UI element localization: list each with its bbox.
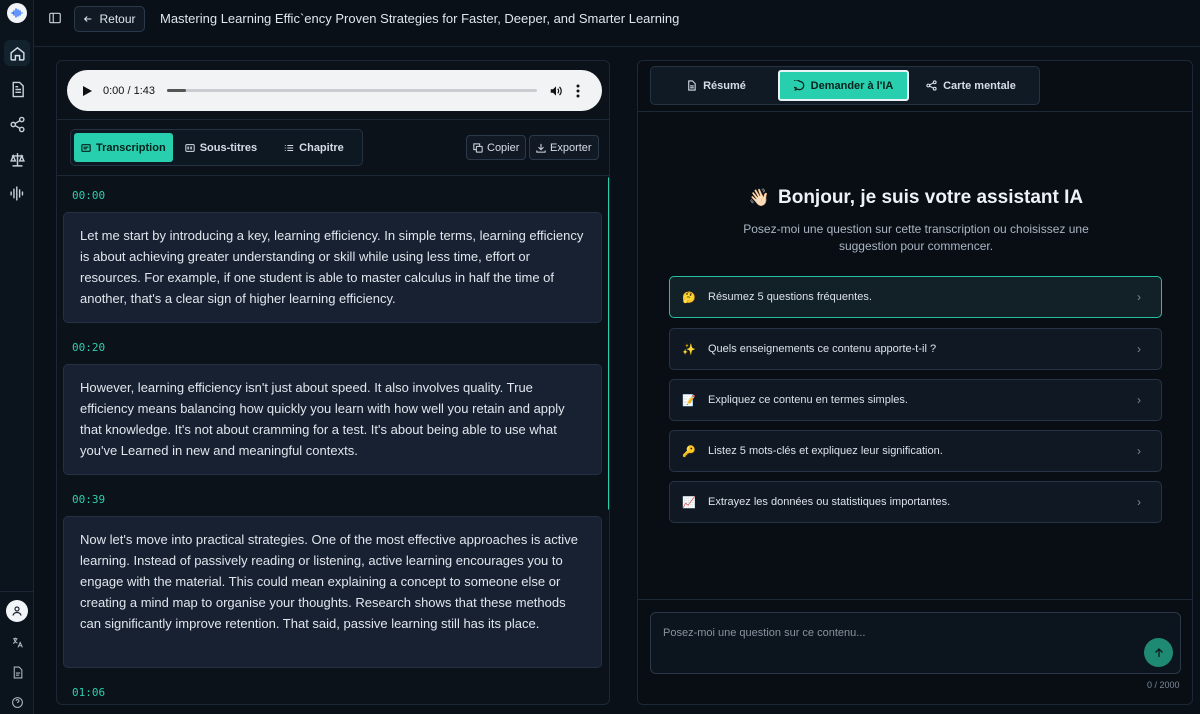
tab-mind-map[interactable]: Carte mentale: [909, 70, 1033, 101]
home-icon[interactable]: [4, 40, 30, 66]
tab-subtitles-label: Sous-titres: [199, 141, 258, 154]
copy-label: Copier: [487, 141, 520, 154]
share-icon[interactable]: [4, 111, 30, 137]
download-icon: [536, 143, 546, 153]
app-logo-icon[interactable]: [7, 3, 27, 23]
more-options-icon[interactable]: [573, 84, 583, 98]
transcript-panel: 0:00 / 1:43 Transcription Sous-titres Ch…: [56, 60, 610, 705]
tab-summary[interactable]: Résumé: [654, 70, 778, 101]
wave-hand-icon: 👋🏻: [748, 188, 770, 207]
sparkles-icon: ✨: [682, 343, 696, 356]
greeting-text: Bonjour, je suis votre assistant IA: [778, 187, 1084, 208]
chevron-right-icon: ›: [1137, 495, 1141, 509]
help-icon[interactable]: [4, 689, 30, 714]
rail-divider: [0, 591, 34, 592]
suggestion-item[interactable]: 🔑 Listez 5 mots-clés et expliquez leur s…: [669, 430, 1162, 472]
character-counter: 0 / 2000: [1147, 680, 1180, 690]
translate-icon[interactable]: [4, 629, 30, 655]
chevron-right-icon: ›: [1137, 444, 1141, 458]
copy-icon: [473, 142, 483, 153]
export-button[interactable]: Exporter: [529, 135, 599, 160]
transcript-list[interactable]: 00:00 Let me start by introducing a key,…: [57, 177, 609, 704]
suggestion-label: Listez 5 mots-clés et expliquez leur sig…: [708, 445, 943, 457]
panel-divider: [57, 175, 609, 176]
transcript-tabs: Transcription Sous-titres Chapitre: [70, 129, 363, 166]
back-label: Retour: [99, 12, 136, 26]
assistant-tabs: Résumé Demander à l'IA Carte mentale: [650, 66, 1040, 105]
chevron-right-icon: ›: [1137, 393, 1141, 407]
chart-increasing-icon: 📈: [682, 496, 696, 509]
segment-timestamp[interactable]: 01:06: [72, 686, 105, 699]
suggestion-label: Expliquez ce contenu en termes simples.: [708, 394, 908, 406]
panel-divider: [57, 119, 609, 120]
transcript-segment[interactable]: However, learning efficiency isn't just …: [63, 364, 602, 475]
segment-timestamp[interactable]: 00:20: [72, 341, 105, 354]
audio-time: 0:00 / 1:43: [103, 84, 155, 97]
top-header: Retour Mastering Learning Effic`ency Pro…: [34, 0, 1200, 47]
sidebar-toggle-icon[interactable]: [48, 11, 64, 27]
play-icon[interactable]: [81, 85, 93, 97]
panel-divider: [638, 599, 1192, 600]
scale-icon[interactable]: [4, 146, 30, 172]
text-icon: [81, 143, 91, 152]
assistant-subtitle: Posez-moi une question sur cette transcr…: [743, 222, 1089, 253]
icon-rail: [0, 0, 34, 714]
assistant-greeting: 👋🏻 Bonjour, je suis votre assistant IA: [638, 187, 1192, 209]
tab-chapters-label: Chapitre: [299, 141, 344, 154]
segment-timestamp[interactable]: 00:39: [72, 493, 105, 506]
share-icon: [926, 80, 937, 91]
file-icon[interactable]: [4, 659, 30, 685]
document-icon[interactable]: [4, 76, 30, 102]
memo-icon: 📝: [682, 394, 696, 407]
suggestion-label: Extrayez les données ou statistiques imp…: [708, 496, 951, 508]
chevron-right-icon: ›: [1137, 290, 1141, 304]
arrow-up-icon: [1154, 647, 1163, 657]
audio-progress-fill: [167, 89, 186, 92]
tab-ask-ai-label: Demander à l'IA: [810, 79, 894, 92]
volume-icon[interactable]: [549, 84, 563, 98]
suggestion-label: Résumez 5 questions fréquentes.: [708, 291, 872, 303]
suggestion-item[interactable]: 🤔 Résumez 5 questions fréquentes. ›: [669, 276, 1162, 318]
export-label: Exporter: [550, 141, 592, 154]
tab-chapters[interactable]: Chapitre: [277, 133, 351, 162]
waveform-icon[interactable]: [4, 180, 30, 206]
chevron-right-icon: ›: [1137, 342, 1141, 356]
suggestion-item[interactable]: ✨ Quels enseignements ce contenu apporte…: [669, 328, 1162, 370]
transcript-scrollbar[interactable]: [608, 177, 609, 510]
back-button[interactable]: Retour: [74, 6, 145, 32]
tab-subtitles[interactable]: Sous-titres: [178, 133, 264, 162]
assistant-panel: Résumé Demander à l'IA Carte mentale 👋🏻 B…: [637, 60, 1193, 705]
suggestion-item[interactable]: 📈 Extrayez les données ou statistiques i…: [669, 481, 1162, 523]
key-icon: 🔑: [682, 445, 696, 458]
tab-transcription[interactable]: Transcription: [74, 133, 173, 162]
tab-ask-ai[interactable]: Demander à l'IA: [778, 70, 909, 101]
copy-button[interactable]: Copier: [466, 135, 527, 160]
list-icon: [284, 144, 294, 151]
transcript-segment[interactable]: Let me start by introducing a key, learn…: [63, 212, 602, 323]
cc-icon: [185, 143, 195, 152]
thinking-face-icon: 🤔: [682, 291, 696, 304]
doc-icon: [688, 80, 696, 91]
tab-summary-label: Résumé: [703, 79, 746, 92]
transcript-segment[interactable]: Now let's move into practical strategies…: [63, 516, 602, 668]
suggestion-label: Quels enseignements ce contenu apporte-t…: [708, 343, 937, 355]
send-button[interactable]: [1144, 638, 1173, 667]
chat-input[interactable]: [651, 613, 1131, 673]
tab-transcription-label: Transcription: [96, 141, 166, 154]
chat-input-box: [650, 612, 1181, 674]
segment-timestamp[interactable]: 00:00: [72, 189, 105, 202]
page-title: Mastering Learning Effic`ency Proven Str…: [160, 11, 680, 26]
chat-icon: [793, 80, 804, 91]
panel-divider: [638, 111, 1192, 112]
audio-seek-bar[interactable]: [167, 89, 537, 92]
tab-mind-map-label: Carte mentale: [943, 79, 1016, 92]
arrow-left-icon: [84, 16, 92, 22]
suggestion-item[interactable]: 📝 Expliquez ce contenu en termes simples…: [669, 379, 1162, 421]
audio-player[interactable]: 0:00 / 1:43: [67, 70, 602, 111]
user-icon[interactable]: [6, 600, 28, 622]
